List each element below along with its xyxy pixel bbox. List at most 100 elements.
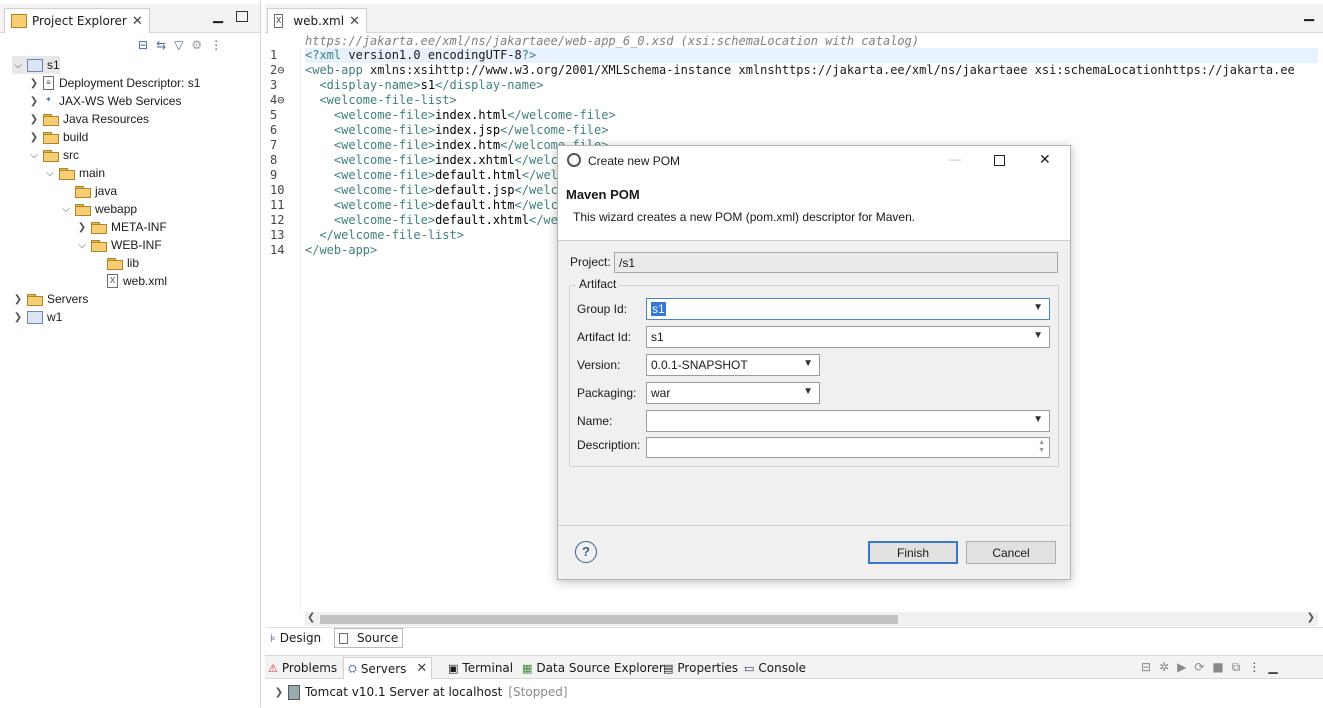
group-id-combo[interactable]: s1 ▼ [646, 298, 1050, 320]
close-icon[interactable]: ✕ [132, 14, 143, 29]
focus-icon[interactable]: ⚙ [191, 38, 202, 52]
chevron-down-icon[interactable]: ⌵ [28, 149, 40, 161]
collapse-icon[interactable]: ⊟ [1141, 660, 1151, 675]
horizontal-scrollbar[interactable]: ❮ ❯ [305, 612, 1318, 626]
schema-hint: https://jakarta.ee/xml/ns/jakartaee/web-… [305, 34, 920, 48]
chevron-down-icon[interactable]: ⌵ [76, 239, 88, 251]
scroll-left-icon[interactable]: ❮ [307, 612, 315, 623]
scrollbar-thumb[interactable] [320, 615, 898, 624]
profile-icon[interactable]: ⟳ [1194, 660, 1204, 675]
name-combo[interactable]: ▼ [646, 410, 1050, 432]
tree-item[interactable]: ❯ ≡ Deployment Descriptor: s1 [28, 74, 200, 92]
chevron-right-icon[interactable]: ❯ [28, 77, 40, 89]
tab-servers[interactable]: ⛭ Servers ✕ [343, 657, 433, 679]
chevron-down-icon[interactable]: ▼ [1033, 414, 1043, 425]
scroll-right-icon[interactable]: ❯ [1307, 612, 1315, 623]
cancel-button[interactable]: Cancel [966, 541, 1056, 564]
close-icon[interactable]: ✕ [1039, 151, 1051, 168]
chevron-down-icon[interactable]: ▼ [1033, 330, 1043, 341]
description-field[interactable]: ▲ ▼ [646, 437, 1050, 458]
chevron-right-icon[interactable]: ❯ [12, 293, 24, 305]
tab-console[interactable]: ▭ Console [744, 659, 806, 677]
chevron-right-icon[interactable]: ❯ [28, 113, 40, 125]
chevron-right-icon[interactable]: ❯ [273, 686, 285, 698]
tab-data-source-explorer[interactable]: ▦ Data Source Explorer [522, 659, 664, 677]
code-line[interactable]: <web-app xmlns:xsihttp://www.w3.org/2001… [305, 63, 1318, 78]
link-with-editor-icon[interactable]: ⇆ [156, 38, 166, 52]
tree-item[interactable]: ❯ Servers [12, 290, 88, 308]
version-combo[interactable]: 0.0.1-SNAPSHOT ▼ [646, 354, 820, 376]
tree-item-label: META-INF [111, 220, 167, 234]
chevron-right-icon[interactable]: ❯ [12, 311, 24, 323]
artifact-group-legend: Artifact [576, 277, 620, 291]
tree-item[interactable]: ❯ ✦ JAX-WS Web Services [28, 92, 181, 110]
minimize-icon[interactable]: ▁ [213, 9, 223, 24]
chevron-down-icon[interactable]: ▼ [1033, 302, 1043, 313]
view-menu-icon[interactable]: ⋮ [210, 38, 222, 52]
tab-web-xml[interactable]: X web.xml ✕ [267, 8, 367, 33]
minimize-icon[interactable]: ▁ [1304, 7, 1314, 22]
chevron-down-icon[interactable]: ⌵ [44, 167, 56, 179]
tree-item[interactable]: lib [92, 254, 139, 272]
chevron-down-icon[interactable]: ⌵ [60, 203, 72, 215]
line-number: 7 [270, 138, 278, 152]
chevron-down-icon[interactable]: ▼ [803, 386, 813, 397]
code-line[interactable]: <display-name>s1</display-name> [305, 78, 1318, 93]
tree-item[interactable]: ❯ w1 [12, 308, 63, 326]
project-field: /s1 [614, 252, 1058, 273]
bottom-panel: ⚠ Problems ⛭ Servers ✕ ▣ Terminal ▦ Data… [265, 655, 1323, 708]
finish-button[interactable]: Finish [868, 541, 958, 564]
line-number: 2⊖ [270, 63, 285, 77]
chevron-down-icon[interactable]: ⌵ [12, 59, 24, 71]
tab-problems[interactable]: ⚠ Problems [268, 659, 337, 677]
database-icon: ▦ [522, 661, 533, 675]
chevron-down-icon[interactable]: ▼ [803, 358, 813, 369]
artifact-id-combo[interactable]: s1 ▼ [646, 326, 1050, 348]
filter-icon[interactable]: ▽ [174, 38, 183, 52]
tree-item[interactable]: ❯ Java Resources [28, 110, 149, 128]
chevron-right-icon[interactable]: ❯ [76, 221, 88, 233]
chevron-right-icon[interactable]: ❯ [28, 95, 40, 107]
folder-icon [91, 239, 107, 252]
code-line[interactable]: <welcome-file-list> [305, 93, 1318, 108]
close-icon[interactable]: ✕ [416, 661, 427, 676]
server-row[interactable]: ❯ Tomcat v10.1 Server at localhost [Stop… [273, 683, 568, 701]
tab-label: Design [279, 631, 322, 645]
publish-icon[interactable]: ⧉ [1232, 660, 1241, 675]
line-number: 14 [270, 243, 285, 257]
maximize-icon[interactable] [994, 155, 1005, 166]
minimize-icon[interactable]: — [949, 152, 961, 166]
stop-icon[interactable]: ■ [1212, 660, 1223, 675]
chevron-right-icon[interactable]: ❯ [28, 131, 40, 143]
code-line[interactable]: <welcome-file>index.html</welcome-file> [305, 108, 1318, 123]
minimize-icon[interactable]: ▁ [1268, 660, 1277, 675]
tree-item[interactable]: ❯ build [28, 128, 88, 146]
help-icon[interactable]: ? [575, 541, 597, 563]
tree-item[interactable]: ⌵ main [44, 164, 105, 182]
maximize-icon[interactable] [236, 11, 248, 22]
tab-design[interactable]: ⊧ Design [270, 629, 321, 647]
start-icon[interactable]: ▶ [1177, 660, 1186, 675]
project-explorer-view: Project Explorer ✕ ▁ ⊟ ⇆ ▽ ⚙ ⋮ ⌵ s1 ❯ ≡ Depl… [0, 0, 261, 707]
dialog-title: Create new POM [588, 154, 681, 168]
tab-project-explorer[interactable]: Project Explorer ✕ [4, 8, 150, 33]
code-line[interactable]: <?xml version1.0 encodingUTF-8?> [305, 48, 1318, 63]
tree-item[interactable]: ⌵ webapp [60, 200, 137, 218]
tree-item[interactable]: ⌵ s1 [12, 56, 60, 74]
tree-item[interactable]: ❯ META-INF [76, 218, 167, 236]
close-icon[interactable]: ✕ [349, 14, 360, 29]
code-line[interactable]: <welcome-file>index.jsp</welcome-file> [305, 123, 1318, 138]
debug-icon[interactable]: ✲ [1159, 660, 1169, 675]
tab-terminal[interactable]: ▣ Terminal [448, 659, 513, 677]
tree-item[interactable]: ⌵ src [28, 146, 79, 164]
tab-source[interactable]: Source [334, 628, 404, 648]
tree-item[interactable]: Xweb.xml [92, 272, 167, 290]
tree-item-label: lib [127, 256, 140, 270]
tree-item[interactable]: java [60, 182, 117, 200]
view-menu-icon[interactable]: ⋮ [1248, 660, 1260, 675]
collapse-all-icon[interactable]: ⊟ [138, 38, 148, 52]
tab-properties[interactable]: ▤ Properties [663, 659, 738, 677]
spinner-icon[interactable]: ▲ ▼ [1038, 439, 1045, 455]
packaging-combo[interactable]: war ▼ [646, 382, 820, 404]
tree-item[interactable]: ⌵ WEB-INF [76, 236, 162, 254]
